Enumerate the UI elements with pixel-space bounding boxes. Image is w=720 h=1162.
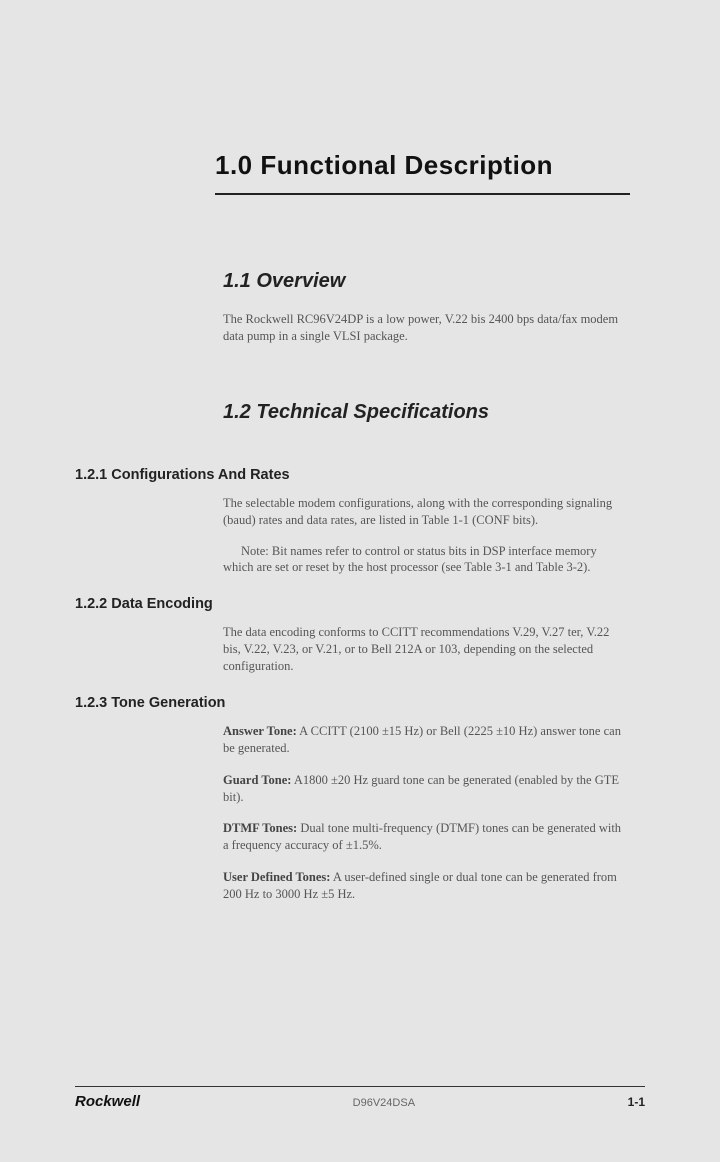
chapter-rule: [215, 193, 630, 195]
footer-docid: D96V24DSA: [353, 1097, 415, 1109]
footer-brand: Rockwell: [75, 1093, 140, 1110]
section-techspec-heading: 1.2 Technical Specifications: [223, 401, 645, 424]
tone-answer-lead: Answer Tone:: [223, 724, 297, 738]
page-footer: Rockwell D96V24DSA 1-1: [75, 1086, 645, 1110]
footer-row: Rockwell D96V24DSA 1-1: [75, 1093, 645, 1110]
tone-answer: Answer Tone: A CCITT (2100 ±15 Hz) or Be…: [223, 723, 625, 757]
subsection-tonegen-heading: 1.2.3 Tone Generation: [75, 695, 645, 711]
configs-note: Note: Bit names refer to control or stat…: [223, 543, 625, 577]
section-overview-heading: 1.1 Overview: [223, 270, 645, 293]
document-page: 1.0 Functional Description 1.1 Overview …: [0, 150, 720, 1162]
footer-page-number: 1-1: [628, 1095, 645, 1109]
tone-dtmf: DTMF Tones: Dual tone multi-frequency (D…: [223, 820, 625, 854]
tone-guard: Guard Tone: A1800 ±20 Hz guard tone can …: [223, 772, 625, 806]
tone-guard-lead: Guard Tone:: [223, 773, 291, 787]
tone-user-lead: User Defined Tones:: [223, 870, 330, 884]
subsection-tonegen: 1.2.3 Tone Generation Answer Tone: A CCI…: [75, 695, 645, 903]
chapter-title: 1.0 Functional Description: [215, 150, 645, 181]
subsection-configs-heading: 1.2.1 Configurations And Rates: [75, 467, 645, 483]
subsection-encoding: 1.2.2 Data Encoding The data encoding co…: [75, 596, 645, 675]
subsection-encoding-heading: 1.2.2 Data Encoding: [75, 596, 645, 612]
overview-text: The Rockwell RC96V24DP is a low power, V…: [223, 311, 625, 345]
footer-rule: [75, 1086, 645, 1087]
configs-p1: The selectable modem configurations, alo…: [223, 495, 625, 529]
tone-dtmf-lead: DTMF Tones:: [223, 821, 297, 835]
tone-user: User Defined Tones: A user-defined singl…: [223, 869, 625, 903]
encoding-p1: The data encoding conforms to CCITT reco…: [223, 624, 625, 675]
subsection-configs: 1.2.1 Configurations And Rates The selec…: [75, 467, 645, 577]
